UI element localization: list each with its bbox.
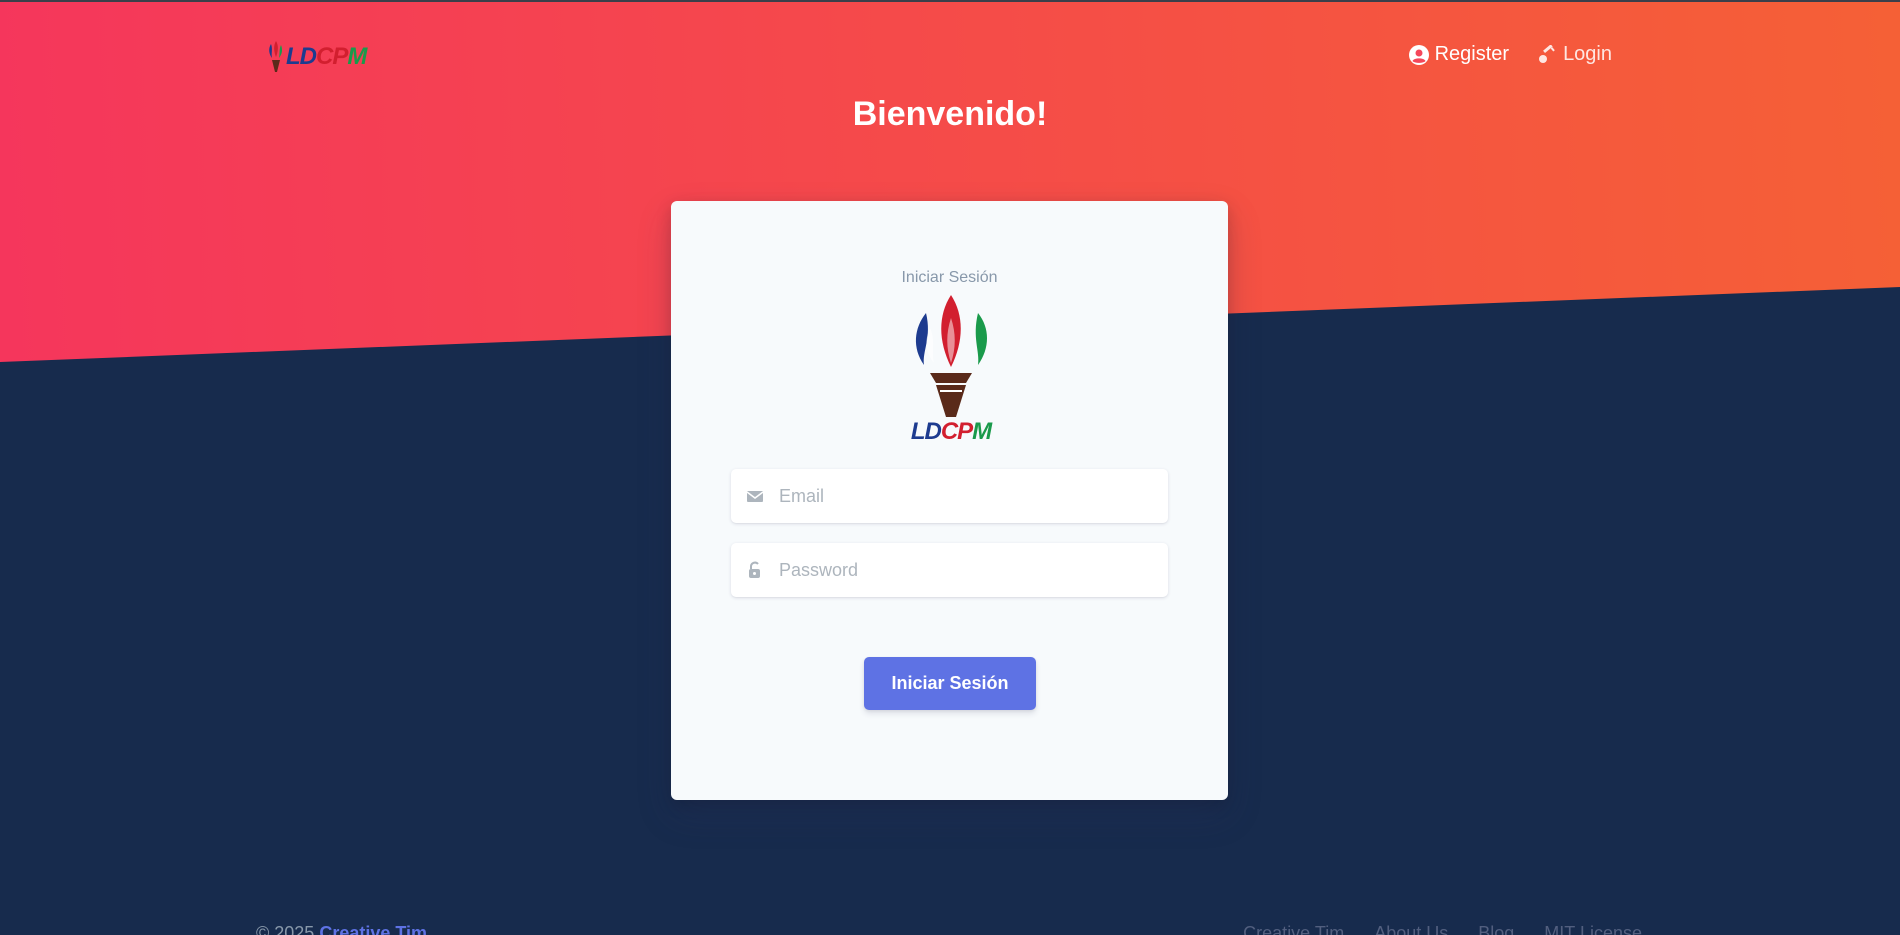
- email-field[interactable]: [779, 469, 1168, 523]
- page-title: Bienvenido!: [852, 95, 1048, 133]
- footer-links: Creative Tim About Us Blog MIT License: [1243, 923, 1642, 935]
- footer-link-blog[interactable]: Blog: [1478, 923, 1514, 935]
- lock-open-icon: [731, 561, 779, 579]
- register-label: Register: [1434, 43, 1510, 65]
- login-label: Login: [1563, 43, 1612, 65]
- footer-link-about-us[interactable]: About Us: [1374, 923, 1448, 935]
- password-input-group: [731, 543, 1168, 597]
- copyright-text: © 2025: [256, 923, 315, 935]
- top-border: [0, 0, 1900, 2]
- brand-text: LDCPM: [286, 43, 367, 70]
- copyright: © 2025 Creative Tim: [256, 923, 427, 935]
- navbar: LDCPM Register Login: [0, 0, 1900, 110]
- key-icon: [1539, 44, 1555, 63]
- envelope-icon: [731, 487, 779, 505]
- login-link[interactable]: Login: [1537, 43, 1612, 66]
- brand-logo[interactable]: LDCPM: [266, 40, 378, 74]
- footer-link-mit-license[interactable]: MIT License: [1544, 923, 1642, 935]
- login-submit-button[interactable]: Iniciar Sesión: [864, 657, 1036, 710]
- register-link[interactable]: Register: [1408, 43, 1510, 66]
- password-field[interactable]: [779, 543, 1168, 597]
- login-card: Iniciar Sesión LDCPM Iniciar: [671, 201, 1228, 800]
- footer-link-creative-tim[interactable]: Creative Tim: [1243, 923, 1344, 935]
- footer: © 2025 Creative Tim Creative Tim About U…: [0, 923, 1900, 935]
- torch-logo-icon: [269, 41, 283, 72]
- logo-wordmark: LDCPM: [911, 418, 993, 443]
- email-input-group: [731, 469, 1168, 523]
- card-subtitle: Iniciar Sesión: [901, 269, 998, 286]
- torch-logo-image: LDCPM: [911, 295, 994, 443]
- copyright-link[interactable]: Creative Tim: [319, 923, 427, 935]
- user-circle-icon: [1408, 44, 1429, 65]
- nav-links: Register Login: [1408, 43, 1612, 66]
